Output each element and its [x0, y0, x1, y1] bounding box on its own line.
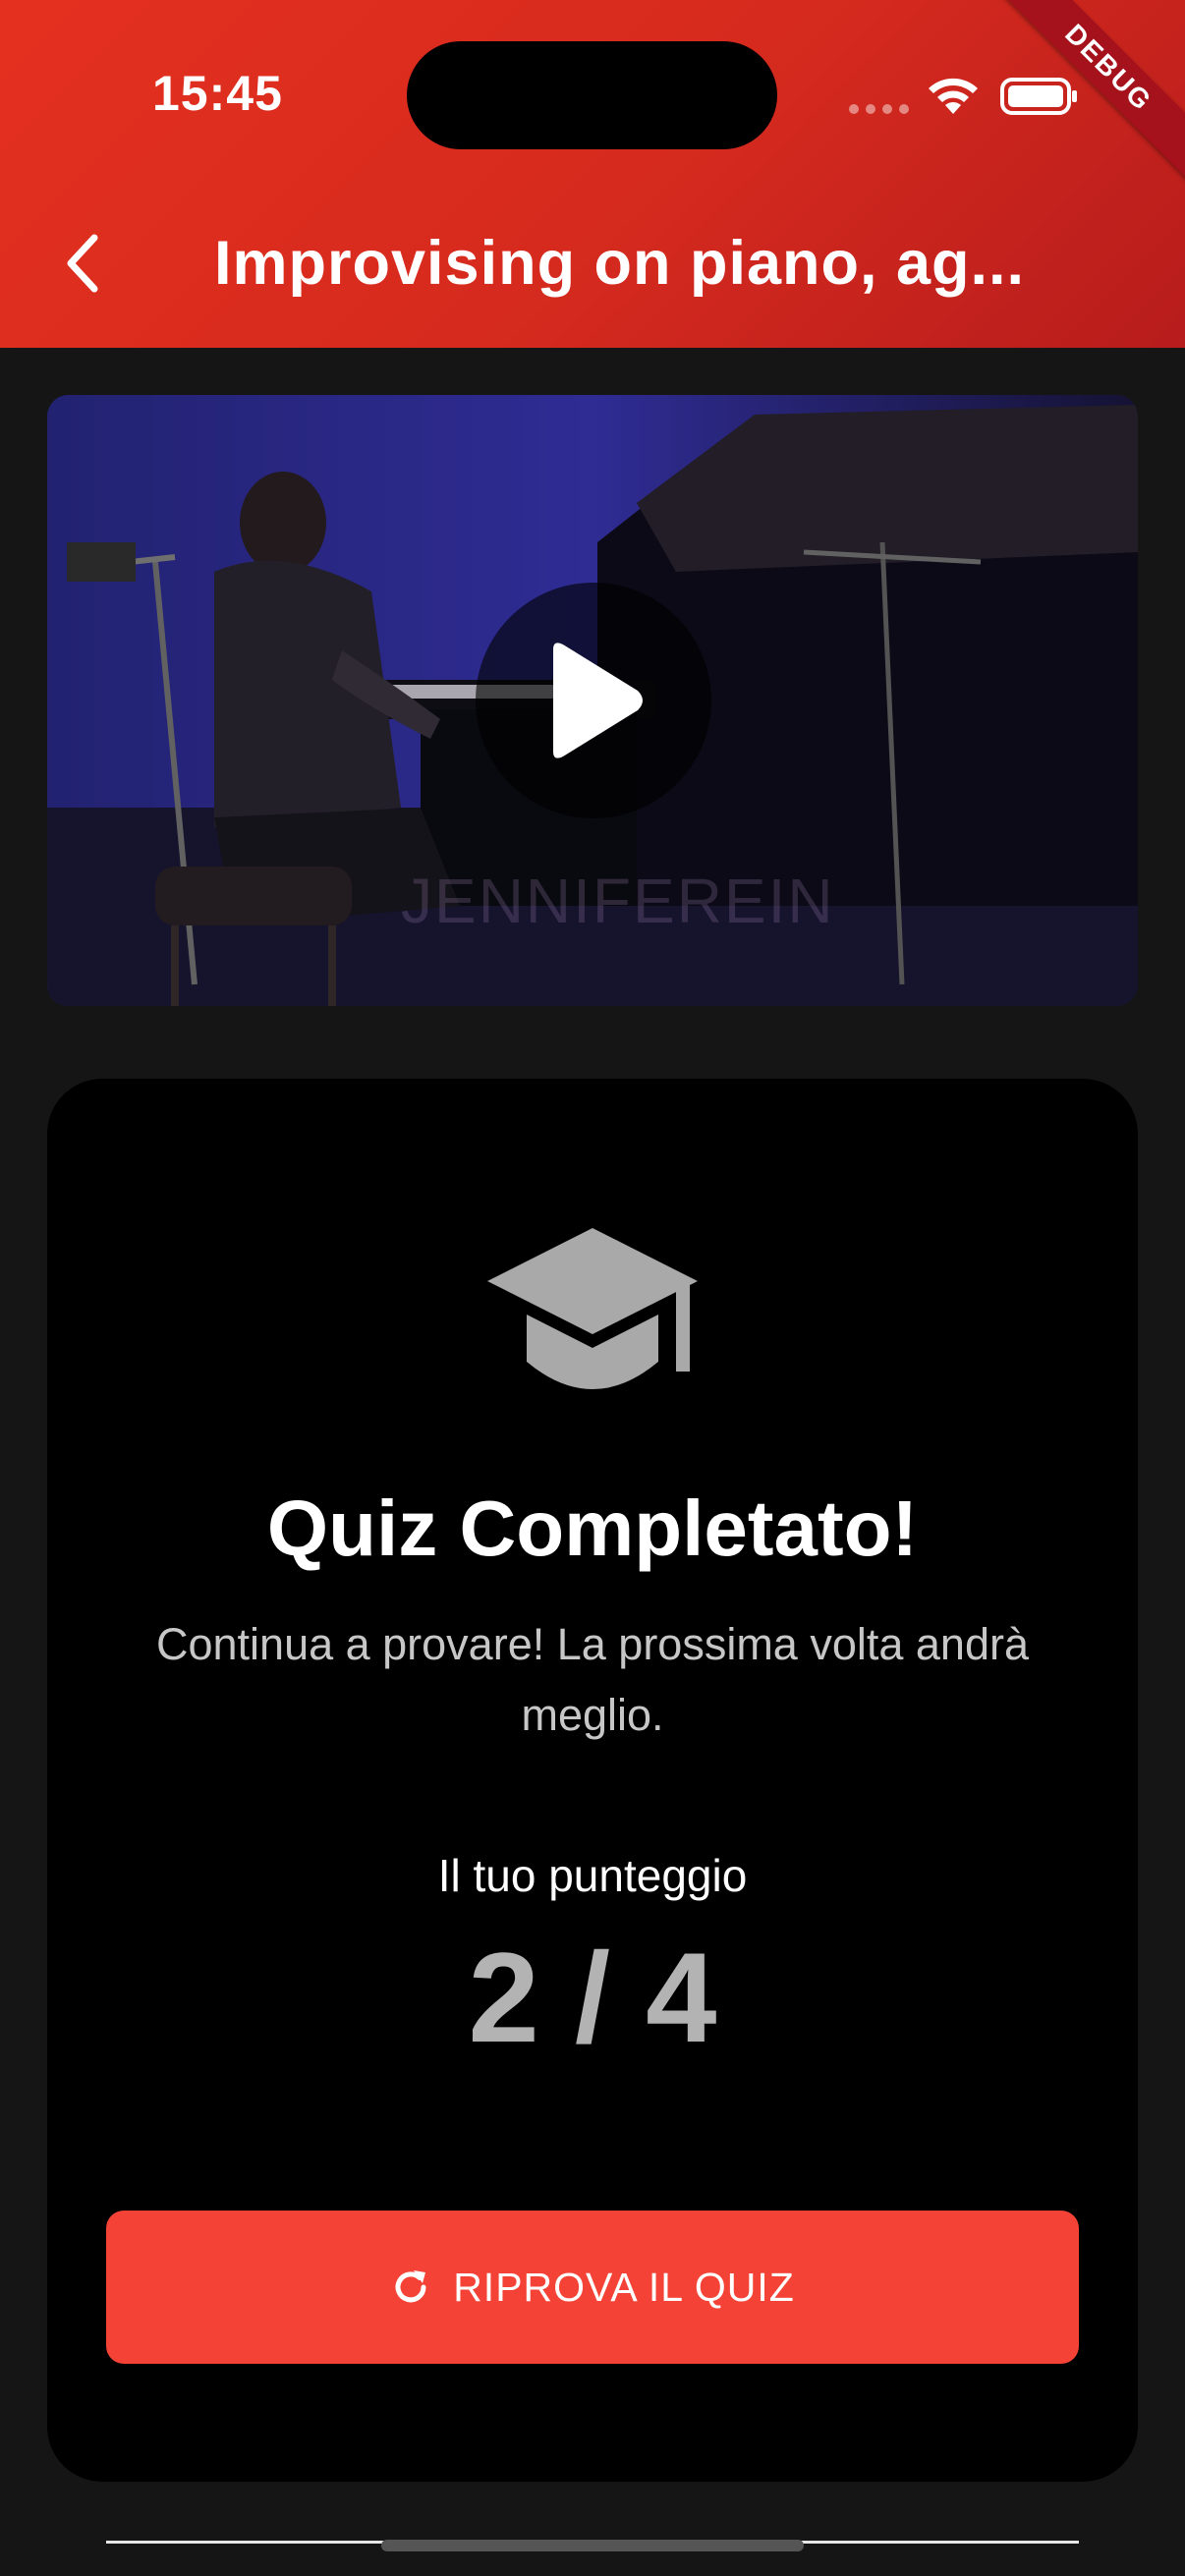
score-label: Il tuo punteggio	[437, 1850, 748, 1901]
retry-quiz-button[interactable]: RIPROVA IL QUIZ	[106, 2211, 1079, 2364]
quiz-completed-title: Quiz Completato!	[266, 1484, 919, 1572]
status-time: 15:45	[152, 66, 283, 121]
retry-quiz-label: RIPROVA IL QUIZ	[453, 2264, 795, 2310]
graduation-cap-icon	[487, 1228, 698, 1389]
page-title: Improvising on piano, ag...	[214, 229, 1026, 298]
chevron-left-icon	[67, 234, 98, 293]
video-watermark: JENNIFEREIN	[401, 866, 835, 936]
score-value: 2 / 4	[468, 1926, 717, 2069]
home-indicator[interactable]	[381, 2540, 804, 2551]
video-player[interactable]: JENNIFEREIN	[47, 395, 1138, 1006]
play-button[interactable]	[476, 583, 711, 818]
quiz-result-card: Quiz Completato! Continua a provare! La …	[47, 1079, 1138, 2482]
battery-icon	[1000, 78, 1077, 115]
play-icon	[553, 643, 643, 758]
back-button[interactable]	[51, 222, 114, 305]
quiz-message: Continua a provare! La prossima volta an…	[155, 1619, 1029, 1740]
app-bar: 15:45 DEBUG Improvising on piano, ag...	[0, 0, 1185, 348]
cellular-signal-icon	[849, 104, 909, 114]
wifi-icon	[929, 78, 978, 114]
dynamic-island	[407, 41, 777, 149]
refresh-icon	[395, 2270, 426, 2303]
